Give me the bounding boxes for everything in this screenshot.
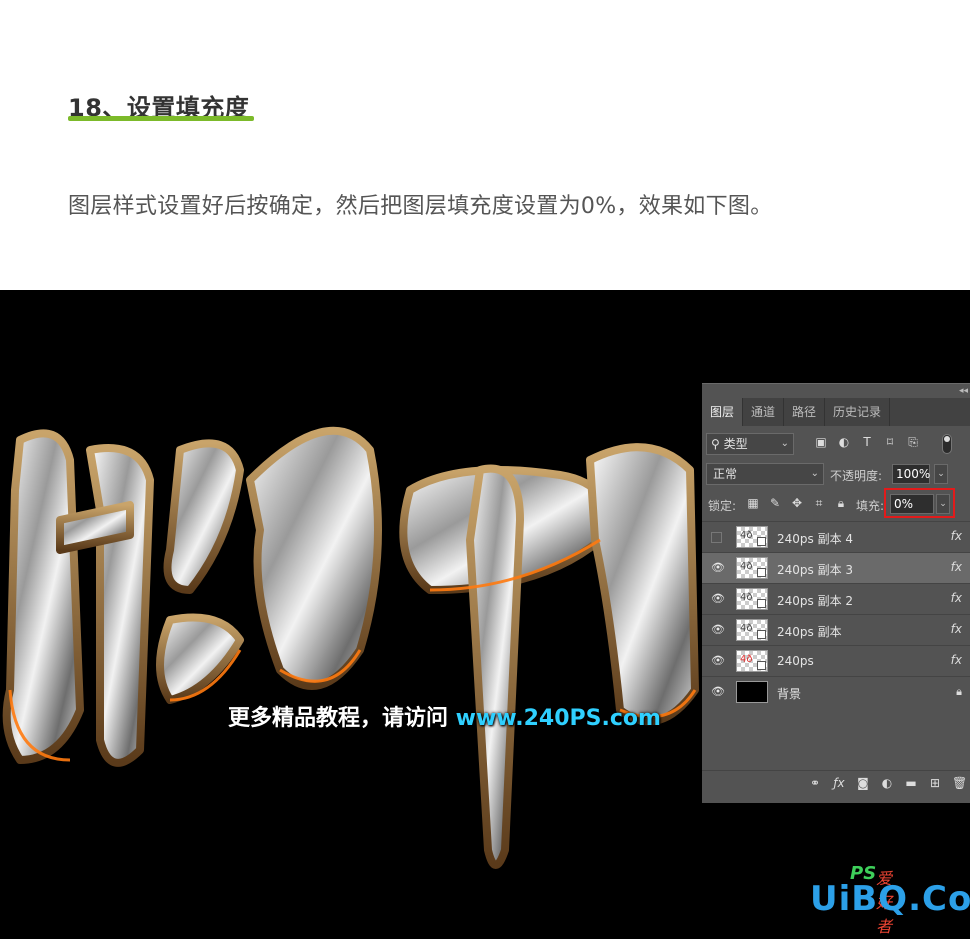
adjustment-layer-icon[interactable]: ◐ <box>880 776 894 790</box>
lock-icons: ▦ ✎ ✥ ⌗ 🔒︎ <box>746 496 848 510</box>
lock-paint-icon[interactable]: ✎ <box>768 496 782 510</box>
opacity-input[interactable]: 100% <box>892 464 930 484</box>
search-icon: ⚲ <box>711 437 720 451</box>
fx-icon[interactable]: fx <box>951 560 962 574</box>
layer-name: 240ps 副本 3 <box>777 563 854 577</box>
layer-row[interactable]: 👁︎ 4ð 240ps 副本 2 fx <box>702 583 970 614</box>
double-chevron-left-icon[interactable]: ◂◂ <box>959 386 968 396</box>
layer-name: 240ps 副本 <box>777 625 842 639</box>
layer-thumbnail: 4ð <box>736 619 768 641</box>
trash-icon[interactable]: 🗑︎ <box>952 776 967 790</box>
layer-name: 240ps <box>777 654 814 668</box>
lock-all-icon[interactable]: 🔒︎ <box>834 496 848 510</box>
layer-row[interactable]: 👁︎ 4ð 240ps fx <box>702 645 970 676</box>
fill-highlight-box <box>884 488 955 518</box>
layer-name: 240ps 副本 4 <box>777 532 854 546</box>
smart-object-icon <box>757 661 766 670</box>
layer-thumbnail: 4ð <box>736 526 768 548</box>
eye-icon[interactable]: 👁︎ <box>711 686 725 698</box>
fx-icon[interactable]: fx <box>951 622 962 636</box>
blend-mode-select[interactable]: 正常 ⌄ <box>706 463 824 485</box>
smart-object-filter-icon[interactable]: ⎘ <box>906 435 920 449</box>
layer-thumbnail: 4ð <box>736 650 768 672</box>
layer-row-background[interactable]: 👁︎ 背景 🔒︎ <box>702 676 970 707</box>
eye-icon[interactable]: 👁︎ <box>711 562 725 574</box>
layer-thumbnail <box>736 681 768 703</box>
fx-icon[interactable]: ƒx <box>832 776 846 790</box>
folder-icon[interactable]: ▬ <box>904 776 918 790</box>
mask-icon[interactable]: ◙ <box>856 776 870 790</box>
filter-icons: ▣ ◐ T ⌑ ⎘ <box>814 435 920 449</box>
watermark-prefix: 更多精品教程，请访问 <box>228 706 456 731</box>
eye-icon[interactable]: 👁︎ <box>711 624 725 636</box>
new-layer-icon[interactable]: ⊞ <box>928 776 942 790</box>
blend-row: 正常 ⌄ 不透明度: 100% ⌄ <box>702 460 970 488</box>
adjustment-filter-icon[interactable]: ◐ <box>837 435 851 449</box>
layers-list: 4ð 240ps 副本 4 fx 👁︎ 4ð 240ps 副本 3 fx 👁︎ … <box>702 521 970 707</box>
smart-object-icon <box>757 537 766 546</box>
layer-filter-select[interactable]: ⚲ 类型 ⌄ <box>706 433 794 455</box>
lock-label: 锁定: <box>708 499 737 513</box>
opacity-dropdown-button[interactable]: ⌄ <box>934 464 948 484</box>
tab-channels[interactable]: 通道 <box>743 398 785 426</box>
eye-icon[interactable]: 👁︎ <box>711 655 725 667</box>
blend-mode-value: 正常 <box>713 467 738 481</box>
opacity-label: 不透明度: <box>830 469 883 483</box>
tab-layers[interactable]: 图层 <box>702 398 744 426</box>
site-watermark: 更多精品教程，请访问 www.240PS.com <box>228 700 661 732</box>
panel-tabs: 图层 通道 路径 历史记录 <box>702 398 970 426</box>
bottom-icons: ⚭ ƒx ◙ ◐ ▬ ⊞ 🗑︎ <box>808 776 967 790</box>
layer-row[interactable]: 4ð 240ps 副本 4 fx <box>702 521 970 552</box>
shape-filter-icon[interactable]: ⌑ <box>883 435 897 449</box>
fx-icon[interactable]: fx <box>951 529 962 543</box>
logo-main: UiBQ.CoM <box>810 879 970 919</box>
lock-artboard-icon[interactable]: ⌗ <box>812 496 826 510</box>
smart-object-icon <box>757 630 766 639</box>
chevron-down-icon: ⌄ <box>780 438 789 449</box>
lock-position-icon[interactable]: ✥ <box>790 496 804 510</box>
image-filter-icon[interactable]: ▣ <box>814 435 828 449</box>
visibility-toggle-off[interactable] <box>711 532 722 543</box>
step-description: 图层样式设置好后按确定，然后把图层填充度设置为0%，效果如下图。 <box>68 194 773 219</box>
title-underline <box>68 116 254 121</box>
watermark-url: www.240PS.com <box>455 706 661 731</box>
tab-history[interactable]: 历史记录 <box>825 398 891 426</box>
smart-object-icon <box>757 568 766 577</box>
fx-icon[interactable]: fx <box>951 591 962 605</box>
article-section: 18、设置填充度 图层样式设置好后按确定，然后把图层填充度设置为0%，效果如下图… <box>0 0 970 290</box>
chevron-down-icon: ⌄ <box>810 468 819 479</box>
lock-transparent-icon[interactable]: ▦ <box>746 496 760 510</box>
layers-panel: ◂◂ 图层 通道 路径 历史记录 ⚲ 类型 ⌄ ▣ ◐ T ⌑ ⎘ 正常 ⌄ 不… <box>702 383 970 803</box>
link-icon[interactable]: ⚭ <box>808 776 822 790</box>
eye-icon[interactable]: 👁︎ <box>711 593 725 605</box>
layer-name: 背景 <box>777 687 802 701</box>
smart-object-icon <box>757 599 766 608</box>
layer-name: 240ps 副本 2 <box>777 594 854 608</box>
filter-toggle[interactable] <box>942 434 952 454</box>
lock-icon: 🔒︎ <box>956 685 962 698</box>
tab-paths[interactable]: 路径 <box>784 398 826 426</box>
fill-label: 填充: <box>856 499 885 513</box>
layers-bottom-bar: ⚭ ƒx ◙ ◐ ▬ ⊞ 🗑︎ <box>702 770 970 796</box>
layer-thumbnail: 4ð <box>736 557 768 579</box>
layer-row[interactable]: 👁︎ 4ð 240ps 副本 fx <box>702 614 970 645</box>
filter-label: 类型 <box>723 437 748 451</box>
layer-thumbnail: 4ð <box>736 588 768 610</box>
fx-icon[interactable]: fx <box>951 653 962 667</box>
layer-row-selected[interactable]: 👁︎ 4ð 240ps 副本 3 fx <box>702 552 970 583</box>
type-filter-icon[interactable]: T <box>860 435 874 449</box>
filter-row: ⚲ 类型 ⌄ ▣ ◐ T ⌑ ⎘ <box>702 430 970 458</box>
